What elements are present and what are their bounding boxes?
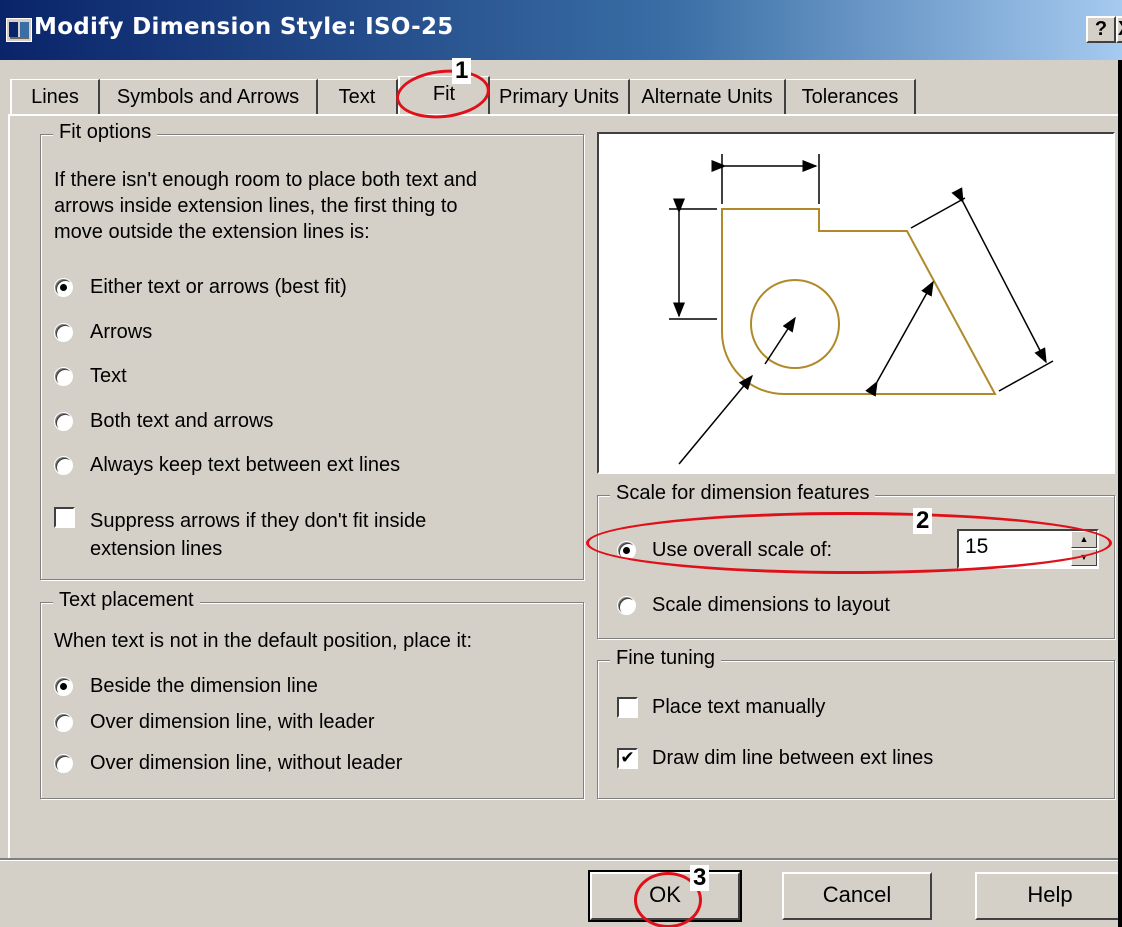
tab-strip: Lines Symbols and Arrows Text Fit Primar… — [0, 76, 1122, 116]
tab-primary-units[interactable]: Primary Units — [490, 79, 630, 115]
preview-drawing — [669, 154, 1054, 465]
label-both-text-and-arrows[interactable]: Both text and arrows — [90, 407, 273, 435]
text-placement-title: Text placement — [53, 589, 200, 612]
button-separator — [0, 858, 1122, 861]
label-always-keep-text[interactable]: Always keep text between ext lines — [90, 451, 400, 479]
scale-group-title: Scale for dimension features — [610, 482, 876, 505]
label-beside-dimension-line[interactable]: Beside the dimension line — [90, 672, 318, 700]
label-scale-to-layout[interactable]: Scale dimensions to layout — [652, 591, 890, 619]
label-place-text-manually[interactable]: Place text manually — [652, 693, 825, 721]
radio-over-without-leader[interactable] — [54, 754, 73, 773]
fit-options-title: Fit options — [53, 121, 158, 144]
title-bar[interactable]: Modify Dimension Style: ISO-25 ? X — [0, 0, 1122, 60]
checkbox-place-text-manually[interactable] — [617, 697, 638, 718]
window-title: Modify Dimension Style: ISO-25 — [34, 14, 454, 40]
radio-both-text-and-arrows[interactable] — [54, 412, 73, 431]
radio-always-keep-text[interactable] — [54, 456, 73, 475]
tab-lines[interactable]: Lines — [10, 79, 100, 115]
checkbox-draw-dim-line[interactable]: ✔ — [617, 748, 638, 769]
annotation-number-3: 3 — [690, 865, 710, 891]
fine-tuning-group: Fine tuning — [597, 647, 1115, 799]
annotation-number-1: 1 — [452, 58, 472, 84]
fine-tuning-title: Fine tuning — [610, 647, 721, 670]
tab-text[interactable]: Text — [318, 79, 398, 115]
help-title-button[interactable]: ? — [1086, 16, 1116, 43]
radio-scale-to-layout[interactable] — [617, 596, 636, 615]
close-button[interactable]: X — [1116, 16, 1122, 43]
cancel-button[interactable]: Cancel — [782, 872, 932, 920]
checkbox-suppress-arrows[interactable] — [54, 507, 75, 528]
fit-options-description-line-3: move outside the extension lines is: — [54, 221, 370, 243]
label-suppress-arrows-line-1[interactable]: Suppress arrows if they don't fit inside — [90, 507, 426, 535]
tab-tolerances[interactable]: Tolerances — [786, 79, 916, 115]
help-button[interactable]: Help — [975, 872, 1122, 920]
tab-symbols-and-arrows[interactable]: Symbols and Arrows — [100, 79, 318, 115]
fit-options-description-line-1: If there isn't enough room to place both… — [54, 169, 477, 191]
fit-options-description-line-2: arrows inside extension lines, the first… — [54, 195, 458, 217]
label-text[interactable]: Text — [90, 362, 127, 390]
radio-beside-dimension-line[interactable] — [54, 677, 73, 696]
radio-either-text-or-arrows[interactable] — [54, 278, 73, 297]
radio-over-with-leader[interactable] — [54, 713, 73, 732]
radio-text[interactable] — [54, 367, 73, 386]
annotation-ellipse-overall-scale — [586, 512, 1112, 574]
dimension-preview — [597, 132, 1115, 474]
label-either-text-or-arrows[interactable]: Either text or arrows (best fit) — [90, 273, 347, 301]
text-placement-description: When text is not in the default position… — [54, 630, 473, 652]
label-suppress-arrows-line-2[interactable]: extension lines — [90, 535, 222, 563]
annotation-number-2: 2 — [913, 508, 933, 534]
window-right-edge — [1118, 60, 1122, 927]
label-over-without-leader[interactable]: Over dimension line, without leader — [90, 749, 402, 777]
label-arrows[interactable]: Arrows — [90, 318, 152, 346]
label-over-with-leader[interactable]: Over dimension line, with leader — [90, 708, 375, 736]
label-draw-dim-line[interactable]: Draw dim line between ext lines — [652, 744, 933, 772]
radio-arrows[interactable] — [54, 323, 73, 342]
tab-alternate-units[interactable]: Alternate Units — [630, 79, 786, 115]
dialog-window: Modify Dimension Style: ISO-25 ? X Lines… — [0, 0, 1122, 927]
app-icon — [6, 18, 32, 42]
